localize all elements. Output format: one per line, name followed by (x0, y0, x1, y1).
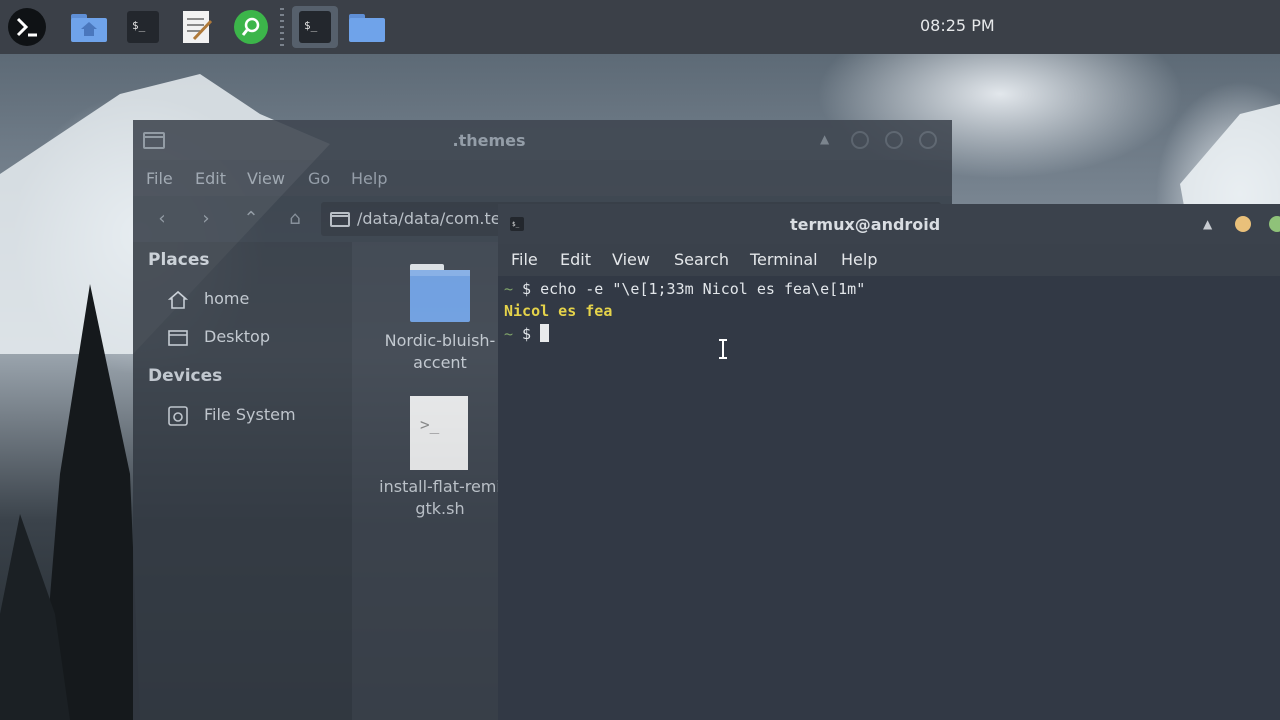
terminal-task-button[interactable]: $_ (292, 6, 338, 48)
home-icon (168, 290, 188, 309)
minimize-button[interactable] (851, 131, 869, 149)
terminal-menubar: File Edit View Search Terminal Help (498, 244, 1280, 276)
menu-go[interactable]: Go (308, 169, 330, 188)
home-folder-icon (71, 14, 107, 42)
menu-view[interactable]: View (612, 250, 650, 269)
svg-text:$_: $_ (132, 19, 146, 32)
ibeam-cursor-icon (719, 339, 727, 359)
file-manager-menubar: File Edit View Go Help (133, 160, 952, 196)
file-manager-titlebar[interactable]: .themes ▲ (133, 120, 952, 160)
svg-text:>_: >_ (420, 415, 440, 434)
terminal-window-icon: $_ (510, 217, 524, 231)
script-file-icon: >_ (410, 396, 468, 470)
terminal-titlebar[interactable]: $_ termux@android ▲ (498, 204, 1280, 244)
text-editor-icon (183, 11, 213, 43)
sidebar-item-home[interactable]: home (168, 286, 348, 314)
file-manager-title: .themes (452, 131, 526, 150)
text-cursor (540, 324, 550, 342)
close-button[interactable] (919, 131, 937, 149)
places-heading: Places (148, 250, 210, 270)
forward-icon[interactable]: › (195, 208, 217, 230)
menu-file[interactable]: File (146, 169, 173, 188)
home-folder-button[interactable] (68, 6, 110, 48)
minimize-button[interactable] (1235, 216, 1251, 232)
sidebar-item-label: File System (204, 405, 296, 424)
devices-heading: Devices (148, 366, 223, 386)
sidebar-item-label: home (204, 289, 250, 308)
up-icon[interactable]: ⌃ (240, 208, 262, 230)
terminal-line: ~ $ echo -e "\e[1;33m Nicol es fea\e[1m" (504, 280, 866, 298)
menu-terminal[interactable]: Terminal (750, 250, 818, 269)
file-item-nordic-folder[interactable]: Nordic-bluish- accent (370, 260, 510, 374)
folder-icon (410, 264, 470, 322)
launcher-button[interactable] (6, 6, 48, 48)
terminal-title: termux@android (790, 215, 941, 234)
sidebar-item-desktop[interactable]: Desktop (168, 324, 348, 352)
terminal-line: Nicol es fea (504, 302, 613, 320)
shade-icon[interactable]: ▲ (820, 132, 829, 146)
home-icon[interactable]: ⌂ (284, 208, 306, 230)
terminal-icon: $_ (299, 11, 331, 43)
menu-edit[interactable]: Edit (195, 169, 226, 188)
menu-edit[interactable]: Edit (560, 250, 591, 269)
maximize-button[interactable] (1269, 216, 1280, 232)
folder-icon (349, 14, 385, 42)
terminal-prompt-icon (8, 8, 46, 46)
panel-separator (280, 8, 284, 46)
terminal-app-button[interactable]: $_ (122, 6, 164, 48)
file-name: Nordic-bluish- accent (384, 331, 496, 372)
terminal-output[interactable]: ~ $ echo -e "\e[1;33m Nicol es fea\e[1m"… (498, 276, 1280, 720)
svg-text:$_: $_ (304, 19, 318, 32)
menu-help[interactable]: Help (841, 250, 877, 269)
svg-text:$_: $_ (512, 221, 520, 228)
drive-icon (168, 406, 188, 426)
menu-view[interactable]: View (247, 169, 285, 188)
sidebar-item-label: Desktop (204, 327, 270, 346)
file-manager-task-button[interactable] (346, 6, 388, 48)
terminal-window[interactable]: $_ termux@android ▲ File Edit View Searc… (498, 204, 1280, 720)
top-panel: $_ $_ 08:25 PM (0, 0, 1280, 54)
sidebar-item-file-system[interactable]: File System (168, 402, 348, 430)
menu-search[interactable]: Search (674, 250, 729, 269)
terminal-prompt-line: ~ $ (504, 324, 550, 343)
file-item-install-script[interactable]: >_ install-flat-remi gtk.sh (370, 394, 510, 520)
menu-file[interactable]: File (511, 250, 538, 269)
folder-location-icon (330, 212, 350, 227)
file-manager-sidebar: Places home Desktop Devices File System (133, 242, 352, 720)
text-editor-button[interactable] (176, 6, 218, 48)
back-icon[interactable]: ‹ (151, 208, 173, 230)
search-app-button[interactable] (230, 6, 272, 48)
desktop-icon (168, 330, 188, 346)
file-name: install-flat-remi gtk.sh (379, 477, 501, 518)
maximize-button[interactable] (885, 131, 903, 149)
clock[interactable]: 08:25 PM (920, 16, 995, 35)
terminal-icon: $_ (127, 11, 159, 43)
shade-icon[interactable]: ▲ (1203, 217, 1212, 231)
search-app-icon (234, 10, 268, 44)
menu-help[interactable]: Help (351, 169, 387, 188)
